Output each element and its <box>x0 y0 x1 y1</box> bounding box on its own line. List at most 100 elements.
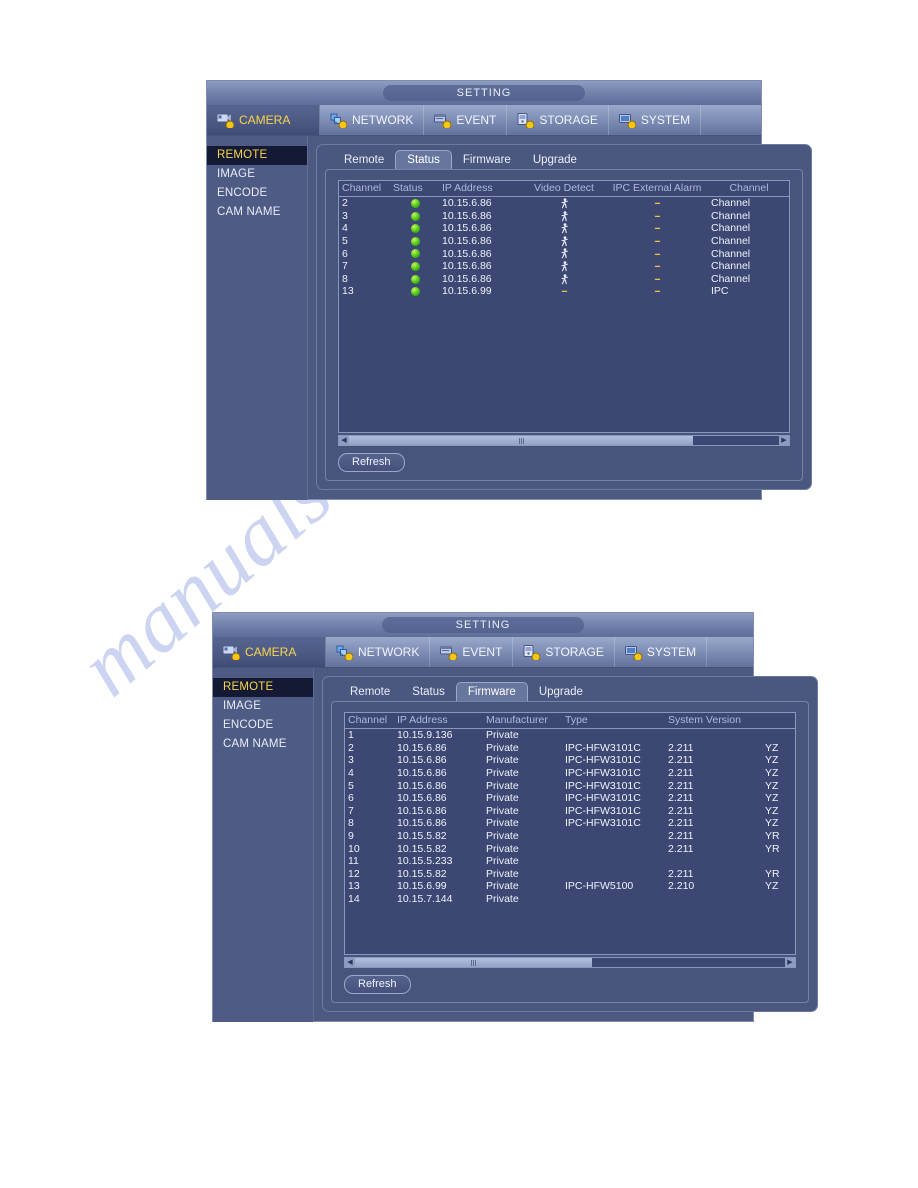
no-value-dash: -- <box>654 209 661 222</box>
scroll-thumb[interactable] <box>349 436 693 445</box>
column-header[interactable]: Channel <box>345 713 394 729</box>
scroll-thumb[interactable] <box>355 958 592 967</box>
table-row[interactable]: 5 10.15.6.86 Private IPC-HFW3101C 2.211 YZ <box>345 779 795 792</box>
tab-remote[interactable]: Remote <box>333 151 395 170</box>
tab-firmware[interactable]: Firmware <box>452 151 522 170</box>
device-table-container: Channel Status IP Address Video Detect IPC E… <box>338 180 790 433</box>
tab-status[interactable]: Status <box>401 683 456 702</box>
table-row[interactable]: 2 10.15.6.86 -- Channel <box>339 197 789 210</box>
cell-type: IPC-HFW3101C <box>565 754 641 767</box>
sidebar-item-cam-name[interactable]: CAM NAME <box>207 203 307 222</box>
table-row[interactable]: 7 10.15.6.86 Private IPC-HFW3101C 2.211 YZ <box>345 805 795 818</box>
column-header[interactable] <box>762 713 795 729</box>
column-header[interactable]: Manufacturer <box>483 713 562 729</box>
table-row[interactable]: 11 10.15.5.233 Private <box>345 855 795 868</box>
cell-channel-type: Channel <box>711 272 751 285</box>
cell-ipc-alarm: -- <box>605 197 708 210</box>
scroll-left-arrow-icon[interactable]: ◀ <box>339 436 349 445</box>
tab-status[interactable]: Status <box>395 150 452 170</box>
tab-upgrade[interactable]: Upgrade <box>522 151 588 170</box>
table-row[interactable]: 10 10.15.5.82 Private 2.211 YR <box>345 842 795 855</box>
scroll-right-arrow-icon[interactable]: ▶ <box>785 958 795 967</box>
column-header[interactable]: IP Address <box>439 181 522 197</box>
sidebar-item-cam-name[interactable]: CAM NAME <box>213 735 313 754</box>
cell-channel: 6 <box>348 792 354 805</box>
table-row[interactable]: 3 10.15.6.86 -- Channel <box>339 210 789 223</box>
sidebar-item-image[interactable]: IMAGE <box>207 165 307 184</box>
table-row[interactable]: 3 10.15.6.86 Private IPC-HFW3101C 2.211 YZ <box>345 754 795 767</box>
column-header[interactable]: IPC External Alarm <box>605 181 708 197</box>
sidebar-item-remote[interactable]: REMOTE <box>213 678 313 697</box>
content-area: Remote Status Firmware Upgrade Channel Status… <box>308 136 822 500</box>
table-row[interactable]: 12 10.15.5.82 Private 2.211 YR <box>345 868 795 881</box>
table-row[interactable]: 8 10.15.6.86 Private IPC-HFW3101C 2.211 YZ <box>345 817 795 830</box>
cell-manufacturer: Private <box>486 729 519 742</box>
column-header[interactable]: IP Address <box>394 713 483 729</box>
scroll-right-arrow-icon[interactable]: ▶ <box>779 436 789 445</box>
refresh-button[interactable]: Refresh <box>344 975 411 994</box>
table-row[interactable]: 7 10.15.6.86 -- Channel <box>339 260 789 273</box>
menu-item-camera[interactable]: CAMERA <box>207 105 320 135</box>
cell-extra: YZ <box>765 880 779 893</box>
table-row[interactable]: 9 10.15.5.82 Private 2.211 YR <box>345 830 795 843</box>
menu-item-event[interactable]: EVENT <box>424 105 508 135</box>
menu-item-storage[interactable]: STORAGE <box>513 637 615 667</box>
table-row[interactable]: 5 10.15.6.86 -- Channel <box>339 235 789 248</box>
column-header[interactable]: Video Detect <box>522 181 605 197</box>
cell-version: 2.211 <box>668 842 694 855</box>
network-icon <box>336 645 354 661</box>
cell-ip: 10.15.6.86 <box>442 197 492 210</box>
cell-channel: 6 <box>342 247 348 260</box>
table-row[interactable]: 13 10.15.6.99 -- -- IPC <box>339 285 789 298</box>
table-row[interactable]: 4 10.15.6.86 -- Channel <box>339 222 789 235</box>
refresh-button[interactable]: Refresh <box>338 453 405 472</box>
cell-status <box>390 210 439 223</box>
column-header[interactable]: System Version <box>665 713 762 729</box>
cell-video-detect <box>522 235 605 248</box>
cell-manufacturer: Private <box>486 792 519 805</box>
table-row[interactable]: 14 10.15.7.144 Private <box>345 893 795 906</box>
cell-status <box>390 235 439 248</box>
menu-item-system[interactable]: SYSTEM <box>615 637 708 667</box>
cell-channel: 4 <box>348 767 354 780</box>
sidebar-item-remote[interactable]: REMOTE <box>207 146 307 165</box>
menu-item-storage[interactable]: STORAGE <box>507 105 609 135</box>
scroll-left-arrow-icon[interactable]: ◀ <box>345 958 355 967</box>
menu-item-network[interactable]: NETWORK <box>320 105 425 135</box>
tab-remote[interactable]: Remote <box>339 683 401 702</box>
tab-upgrade[interactable]: Upgrade <box>528 683 594 702</box>
menu-item-event[interactable]: EVENT <box>430 637 514 667</box>
table-row[interactable]: 13 10.15.6.99 Private IPC-HFW5100 2.210 YZ <box>345 880 795 893</box>
scroll-track[interactable] <box>355 958 785 967</box>
table-row[interactable]: 6 10.15.6.86 Private IPC-HFW3101C 2.211 YZ <box>345 792 795 805</box>
cell-extra: YZ <box>765 741 779 754</box>
table-row[interactable]: 4 10.15.6.86 Private IPC-HFW3101C 2.211 YZ <box>345 767 795 780</box>
sidebar-item-encode[interactable]: ENCODE <box>213 716 313 735</box>
title-bar: SETTING <box>207 81 761 105</box>
menu-item-network[interactable]: NETWORK <box>326 637 431 667</box>
menu-item-system[interactable]: SYSTEM <box>609 105 702 135</box>
no-value-dash: -- <box>654 197 661 210</box>
tab-firmware[interactable]: Firmware <box>455 682 528 702</box>
column-header[interactable]: Status <box>390 181 439 197</box>
table-row[interactable]: 1 10.15.9.136 Private <box>345 729 795 742</box>
horizontal-scrollbar[interactable]: ◀ ▶ <box>338 435 790 446</box>
cell-manufacturer: Private <box>486 893 519 906</box>
column-header[interactable]: Channel <box>708 181 789 197</box>
cell-channel: 2 <box>348 741 354 754</box>
table-row[interactable]: 2 10.15.6.86 Private IPC-HFW3101C 2.211 YZ <box>345 742 795 755</box>
column-header[interactable]: Type <box>562 713 665 729</box>
cell-channel: 11 <box>348 855 359 868</box>
cell-version: 2.211 <box>668 804 694 817</box>
cell-ip: 10.15.6.86 <box>397 754 447 767</box>
horizontal-scrollbar[interactable]: ◀ ▶ <box>344 957 796 968</box>
column-header[interactable]: Channel <box>339 181 390 197</box>
sidebar-item-encode[interactable]: ENCODE <box>207 184 307 203</box>
sidebar-item-image[interactable]: IMAGE <box>213 697 313 716</box>
cell-version: 2.211 <box>668 754 694 767</box>
cell-type: IPC-HFW3101C <box>565 817 641 830</box>
scroll-track[interactable] <box>349 436 779 445</box>
menu-item-camera[interactable]: CAMERA <box>213 637 326 667</box>
table-row[interactable]: 6 10.15.6.86 -- Channel <box>339 247 789 260</box>
table-row[interactable]: 8 10.15.6.86 -- Channel <box>339 273 789 286</box>
